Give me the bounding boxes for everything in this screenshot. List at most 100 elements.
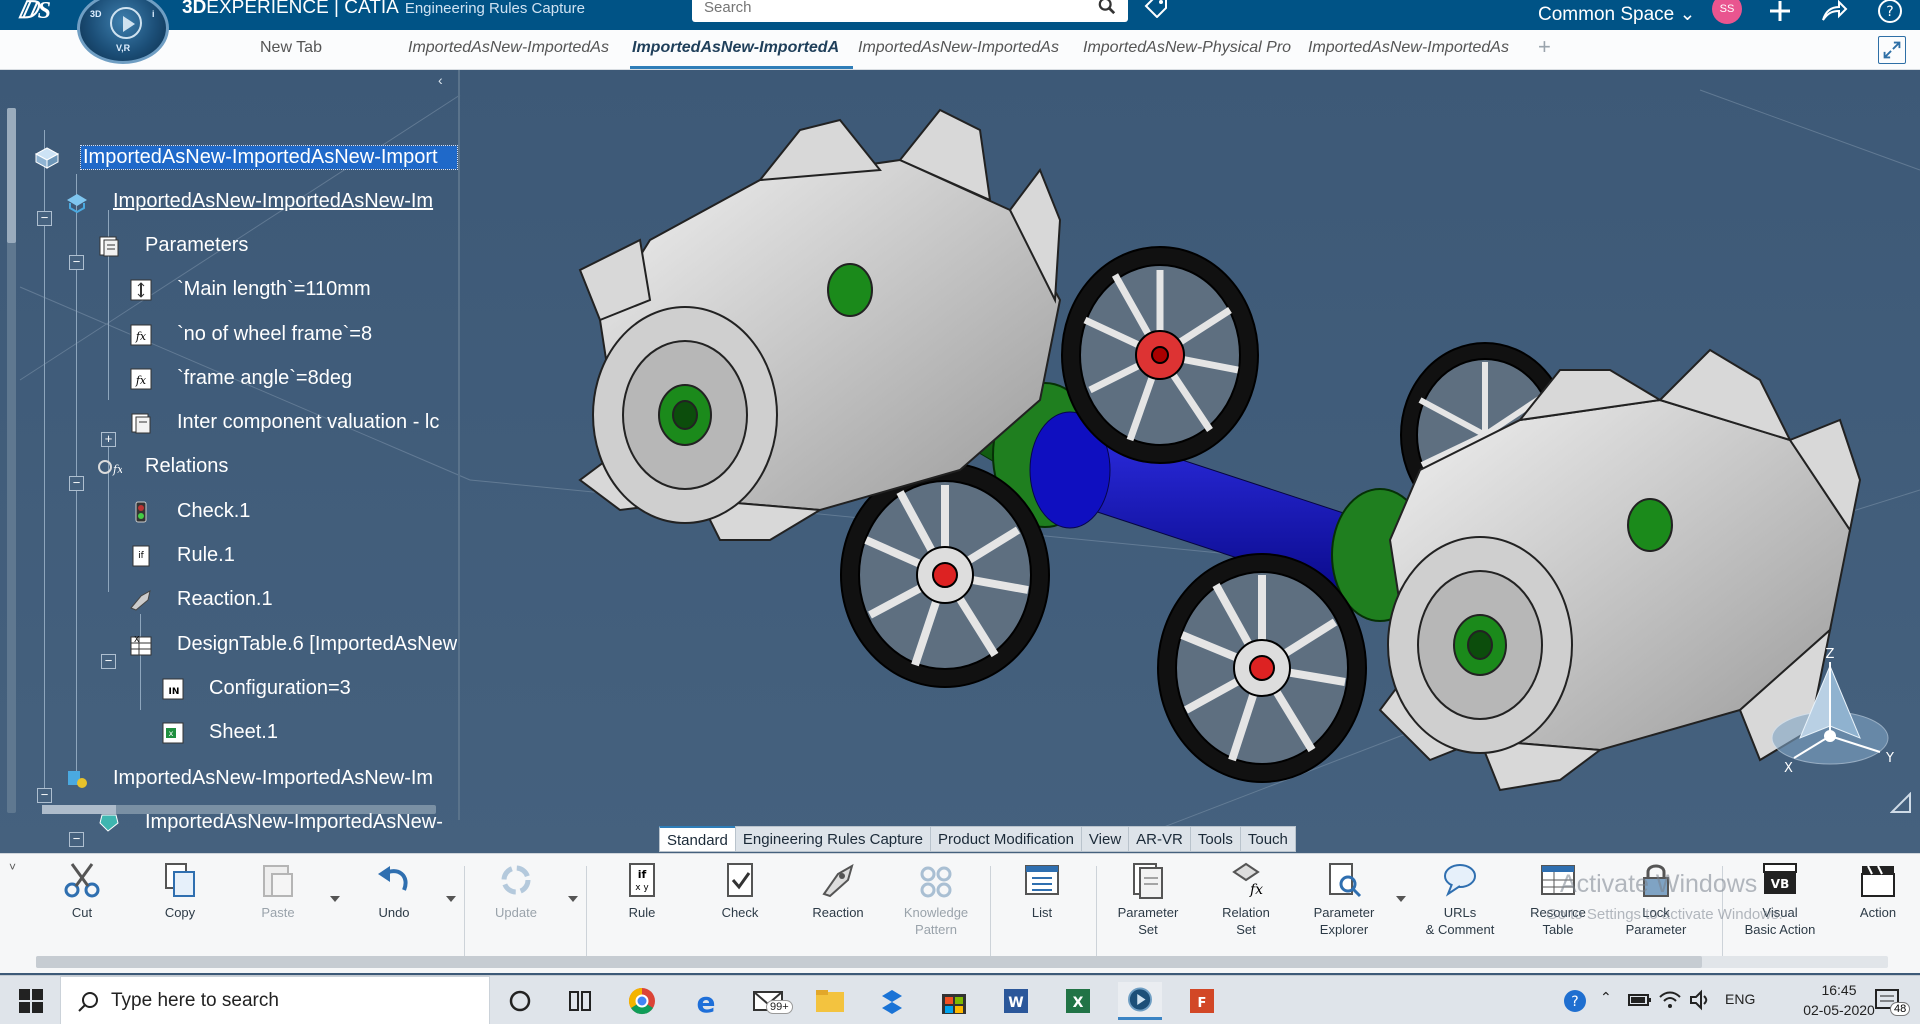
windows-start-icon[interactable] xyxy=(18,988,44,1014)
chevron-up-icon[interactable]: ⌃ xyxy=(1600,989,1612,1024)
tree-node-rule[interactable]: if Rule.1 xyxy=(128,538,428,574)
volume-icon[interactable] xyxy=(1688,989,1712,1011)
update-button[interactable]: Update xyxy=(470,860,562,921)
paste-button[interactable]: Paste xyxy=(232,860,324,921)
tree-node-sheet[interactable]: x Sheet.1 xyxy=(160,715,458,751)
battery-icon[interactable] xyxy=(1628,991,1652,1009)
undo-button[interactable]: Undo xyxy=(348,860,440,921)
action-button[interactable]: Action xyxy=(1832,860,1920,921)
rule-button[interactable]: if x y Rule xyxy=(596,860,688,921)
space-selector[interactable]: Common Space ⌄ xyxy=(1538,3,1695,26)
tree-node-part[interactable]: ImportedAsNew-ImportedAsNew-Im xyxy=(64,184,458,220)
tree-splitter[interactable] xyxy=(458,70,460,820)
chrome-icon[interactable] xyxy=(620,982,664,1020)
tab-document-1[interactable]: ImportedAsNew-ImportedAs xyxy=(408,39,618,57)
3dexperience-icon[interactable] xyxy=(1118,982,1162,1020)
tab-view[interactable]: View xyxy=(1080,826,1130,852)
expand-icon[interactable]: + xyxy=(101,432,116,447)
tree-node-relations[interactable]: fx Relations xyxy=(96,449,396,485)
task-view-icon[interactable] xyxy=(558,982,602,1020)
axis-compass-icon[interactable]: Z X Y xyxy=(1760,646,1910,786)
knowledge-pattern-button[interactable]: Knowledge Pattern xyxy=(890,860,982,938)
check-button[interactable]: Check xyxy=(694,860,786,921)
edge-icon[interactable]: e xyxy=(684,982,728,1020)
tree-node-parameter-frame-angle[interactable]: fx `frame angle`=8deg xyxy=(128,361,458,397)
tab-standard[interactable]: Standard xyxy=(659,826,736,852)
notifications-count: 48 xyxy=(1890,1002,1911,1016)
file-explorer-icon[interactable] xyxy=(808,982,852,1020)
tab-document-5[interactable]: ImportedAsNew-ImportedAs xyxy=(1308,39,1518,57)
tree-node-root[interactable]: ImportedAsNew-ImportedAsNew-Import xyxy=(34,140,458,176)
dropbox-icon[interactable] xyxy=(870,982,914,1020)
system-clock[interactable]: 16:45 02-05-2020 xyxy=(1793,980,1885,1020)
play-icon[interactable] xyxy=(110,7,142,39)
tab-touch[interactable]: Touch xyxy=(1239,826,1296,852)
add-tab-button[interactable]: + xyxy=(1538,34,1551,60)
help-tray-icon[interactable]: ? xyxy=(1562,988,1588,1014)
fullscreen-icon[interactable] xyxy=(1878,36,1906,64)
tab-document-2[interactable]: ImportedAsNew-ImportedA xyxy=(632,39,850,57)
tab-engineering-rules-capture[interactable]: Engineering Rules Capture xyxy=(734,826,932,852)
relation-set-button[interactable]: fx Relation Set xyxy=(1200,860,1292,938)
word-icon[interactable]: W xyxy=(994,982,1038,1020)
ribbon-horizontal-scrollbar[interactable] xyxy=(36,956,1888,968)
urls-comment-button[interactable]: URLs & Comment xyxy=(1414,860,1506,938)
undo-dropdown-icon[interactable] xyxy=(446,896,456,902)
taskbar-search-box[interactable]: Type here to search xyxy=(60,976,490,1024)
search-input[interactable] xyxy=(692,0,1072,20)
tree-node-part-2[interactable]: ImportedAsNew-ImportedAsNew-Im xyxy=(64,761,458,797)
collapse-icon[interactable]: − xyxy=(69,832,84,847)
tree-node-parameter-wheel-frame[interactable]: fx `no of wheel frame`=8 xyxy=(128,317,458,353)
plus-icon[interactable] xyxy=(1766,0,1794,24)
dassault-logo-icon[interactable]: ⅅS xyxy=(18,0,51,23)
reaction-button[interactable]: Reaction xyxy=(792,860,884,921)
tree-node-configuration[interactable]: IN Configuration=3 xyxy=(160,671,458,707)
tree-node-subpart[interactable]: ImportedAsNew-ImportedAsNew- xyxy=(96,805,458,841)
share-icon[interactable] xyxy=(1820,0,1848,24)
tab-document-3[interactable]: ImportedAsNew-ImportedAs xyxy=(858,39,1068,57)
tab-new[interactable]: New Tab xyxy=(260,39,380,57)
search-icon[interactable] xyxy=(1098,0,1116,15)
tag-icon[interactable] xyxy=(1143,0,1169,18)
wifi-icon[interactable] xyxy=(1658,989,1682,1011)
tab-product-modification[interactable]: Product Modification xyxy=(930,826,1082,852)
tree-node-inter-component[interactable]: Inter component valuation - lc xyxy=(128,405,458,441)
tab-document-4[interactable]: ImportedAsNew-Physical Pro xyxy=(1083,39,1295,57)
tab-ar-vr[interactable]: AR-VR xyxy=(1128,826,1191,852)
copy-button[interactable]: Copy xyxy=(134,860,226,921)
3d-viewport[interactable]: ‹ ImportedAsNew-ImportedAsNew-Import − I… xyxy=(0,70,1920,853)
svg-text:e: e xyxy=(697,986,716,1019)
parameter-explorer-dropdown-icon[interactable] xyxy=(1396,896,1406,902)
language-indicator[interactable]: ENG xyxy=(1725,991,1755,1024)
tree-node-check[interactable]: Check.1 xyxy=(128,494,428,530)
excel-icon[interactable]: X xyxy=(1056,982,1100,1020)
parameter-explorer-button[interactable]: Parameter Explorer xyxy=(1298,860,1390,938)
avatar[interactable]: SS xyxy=(1712,0,1742,24)
collapse-icon[interactable]: − xyxy=(101,654,116,669)
tab-tools[interactable]: Tools xyxy=(1189,826,1241,852)
resize-handle-icon[interactable] xyxy=(1890,792,1912,814)
collapse-icon[interactable]: − xyxy=(37,211,52,226)
collapse-icon[interactable]: − xyxy=(69,255,84,270)
update-dropdown-icon[interactable] xyxy=(568,896,578,902)
collapse-ribbon-button[interactable]: ˅ xyxy=(9,860,16,874)
tree-node-reaction[interactable]: Reaction.1 xyxy=(128,582,428,618)
presentation-app-icon[interactable]: F xyxy=(1180,982,1224,1020)
collapse-icon[interactable]: − xyxy=(37,788,52,803)
store-icon[interactable] xyxy=(932,982,976,1020)
collapse-tree-button[interactable]: ‹ xyxy=(438,72,443,88)
help-icon[interactable]: ? xyxy=(1876,0,1904,24)
list-button[interactable]: List xyxy=(996,860,1088,921)
parameter-explorer-label: Parameter Explorer xyxy=(1313,905,1375,937)
tree-node-design-table[interactable]: X DesignTable.6 [ImportedAsNew xyxy=(128,627,458,663)
collapse-icon[interactable]: − xyxy=(69,476,84,491)
tree-vertical-scroll-thumb[interactable] xyxy=(7,108,16,243)
cortana-icon[interactable] xyxy=(498,982,542,1020)
paste-dropdown-icon[interactable] xyxy=(330,896,340,902)
tree-vertical-scrollbar[interactable] xyxy=(7,108,16,813)
ribbon-scroll-thumb[interactable] xyxy=(36,956,1702,968)
tree-node-parameter-main-length[interactable]: `Main length`=110mm xyxy=(128,272,458,308)
cut-button[interactable]: Cut xyxy=(36,860,128,921)
tree-node-parameters[interactable]: Parameters xyxy=(96,228,396,264)
parameter-set-button[interactable]: Parameter Set xyxy=(1102,860,1194,938)
